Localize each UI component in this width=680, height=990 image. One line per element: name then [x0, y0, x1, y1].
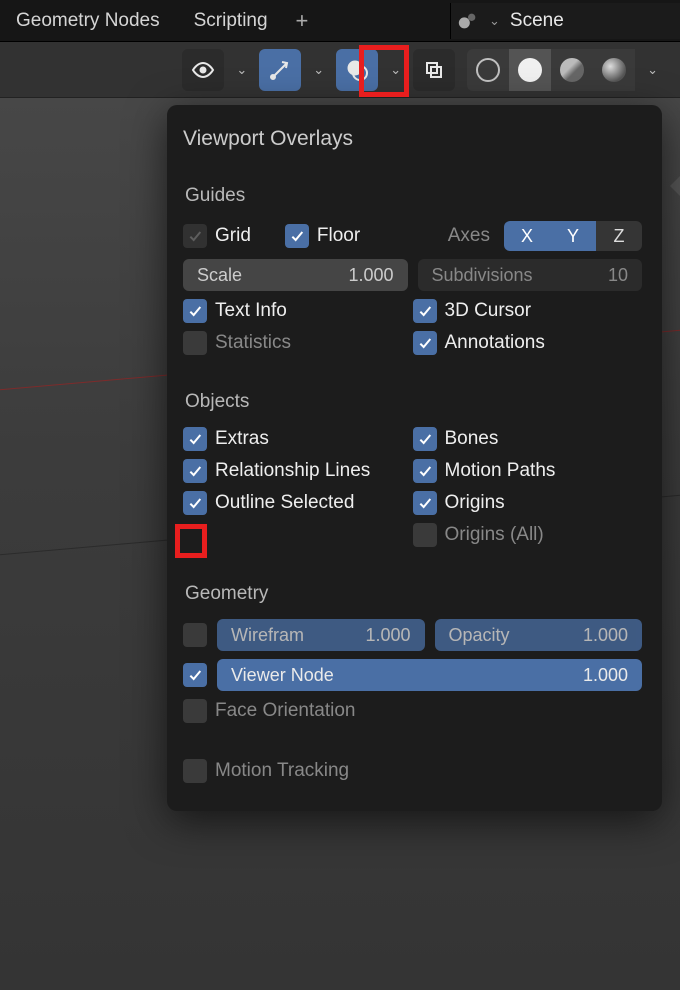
opacity-field[interactable]: Opacity1.000: [435, 619, 643, 651]
shading-rendered[interactable]: [593, 49, 635, 91]
tab-geometry-nodes[interactable]: Geometry Nodes: [10, 2, 166, 40]
label-outline-selected: Outline Selected: [215, 492, 354, 514]
label-textinfo: Text Info: [215, 300, 287, 322]
checkbox-motion-tracking[interactable]: [183, 759, 207, 783]
checkbox-floor[interactable]: [285, 224, 309, 248]
gizmo-button[interactable]: [259, 49, 301, 91]
label-relationship-lines: Relationship Lines: [215, 460, 370, 482]
axis-x-button[interactable]: X: [504, 221, 550, 251]
label-statistics: Statistics: [215, 332, 291, 354]
label-motion-paths: Motion Paths: [445, 460, 556, 482]
scene-icon: [457, 10, 479, 32]
popover-title: Viewport Overlays: [183, 127, 642, 151]
xray-button[interactable]: [413, 49, 455, 91]
label-floor: Floor: [317, 225, 360, 247]
checkbox-origins[interactable]: [413, 491, 437, 515]
scale-field[interactable]: Scale1.000: [183, 259, 408, 291]
sidebar-handle[interactable]: [670, 176, 680, 196]
wireframe-field[interactable]: Wirefram1.000: [217, 619, 425, 651]
chevron-down-icon[interactable]: ⌄: [232, 62, 251, 78]
label-3dcursor: 3D Cursor: [445, 300, 532, 322]
label-annotations: Annotations: [445, 332, 545, 354]
checkbox-viewer-node[interactable]: [183, 663, 207, 687]
checkbox-annotations[interactable]: [413, 331, 437, 355]
checkbox-outline-selected[interactable]: [183, 491, 207, 515]
overlays-button[interactable]: [336, 49, 378, 91]
checkbox-grid[interactable]: [183, 224, 207, 248]
label-axes: Axes: [448, 225, 490, 247]
shading-material[interactable]: [551, 49, 593, 91]
chevron-down-icon[interactable]: ⌄: [309, 62, 328, 78]
label-origins-all: Origins (All): [445, 524, 544, 546]
scene-name: Scene: [510, 10, 564, 32]
checkbox-origins-all[interactable]: [413, 523, 437, 547]
checkbox-face-orientation[interactable]: [183, 699, 207, 723]
section-guides: Guides: [185, 185, 642, 207]
shading-solid[interactable]: [509, 49, 551, 91]
label-origins: Origins: [445, 492, 505, 514]
label-motion-tracking: Motion Tracking: [215, 760, 349, 782]
checkbox-extras[interactable]: [183, 427, 207, 451]
workspace-tabbar: Geometry Nodes Scripting + ⌄ Scene: [0, 0, 680, 42]
label-grid: Grid: [215, 225, 251, 247]
label-face-orientation: Face Orientation: [215, 700, 355, 722]
checkbox-textinfo[interactable]: [183, 299, 207, 323]
label-extras: Extras: [215, 428, 269, 450]
axis-y-button[interactable]: Y: [550, 221, 596, 251]
subdiv-field[interactable]: Subdivisions10: [418, 259, 643, 291]
tab-scripting[interactable]: Scripting: [188, 2, 274, 40]
add-workspace-button[interactable]: +: [296, 8, 309, 34]
checkbox-motion-paths[interactable]: [413, 459, 437, 483]
viewport-overlays-popover: Viewport Overlays Guides Grid Floor Axes…: [167, 105, 662, 811]
shading-mode-group: [467, 49, 635, 91]
checkbox-statistics[interactable]: [183, 331, 207, 355]
section-geometry: Geometry: [185, 583, 642, 605]
viewport-header: ⌄ ⌄ ⌄ ⌄: [0, 42, 680, 98]
axis-z-button[interactable]: Z: [596, 221, 642, 251]
checkbox-bones[interactable]: [413, 427, 437, 451]
visibility-button[interactable]: [182, 49, 224, 91]
scene-selector[interactable]: ⌄ Scene: [450, 3, 680, 39]
label-bones: Bones: [445, 428, 499, 450]
chevron-down-icon[interactable]: ⌄: [386, 62, 405, 78]
checkbox-3dcursor[interactable]: [413, 299, 437, 323]
checkbox-relationship-lines[interactable]: [183, 459, 207, 483]
viewer-node-field[interactable]: Viewer Node1.000: [217, 659, 642, 691]
chevron-down-icon[interactable]: ⌄: [643, 62, 662, 78]
section-objects: Objects: [185, 391, 642, 413]
chevron-down-icon: ⌄: [489, 13, 500, 29]
checkbox-wireframe[interactable]: [183, 623, 207, 647]
shading-wireframe[interactable]: [467, 49, 509, 91]
